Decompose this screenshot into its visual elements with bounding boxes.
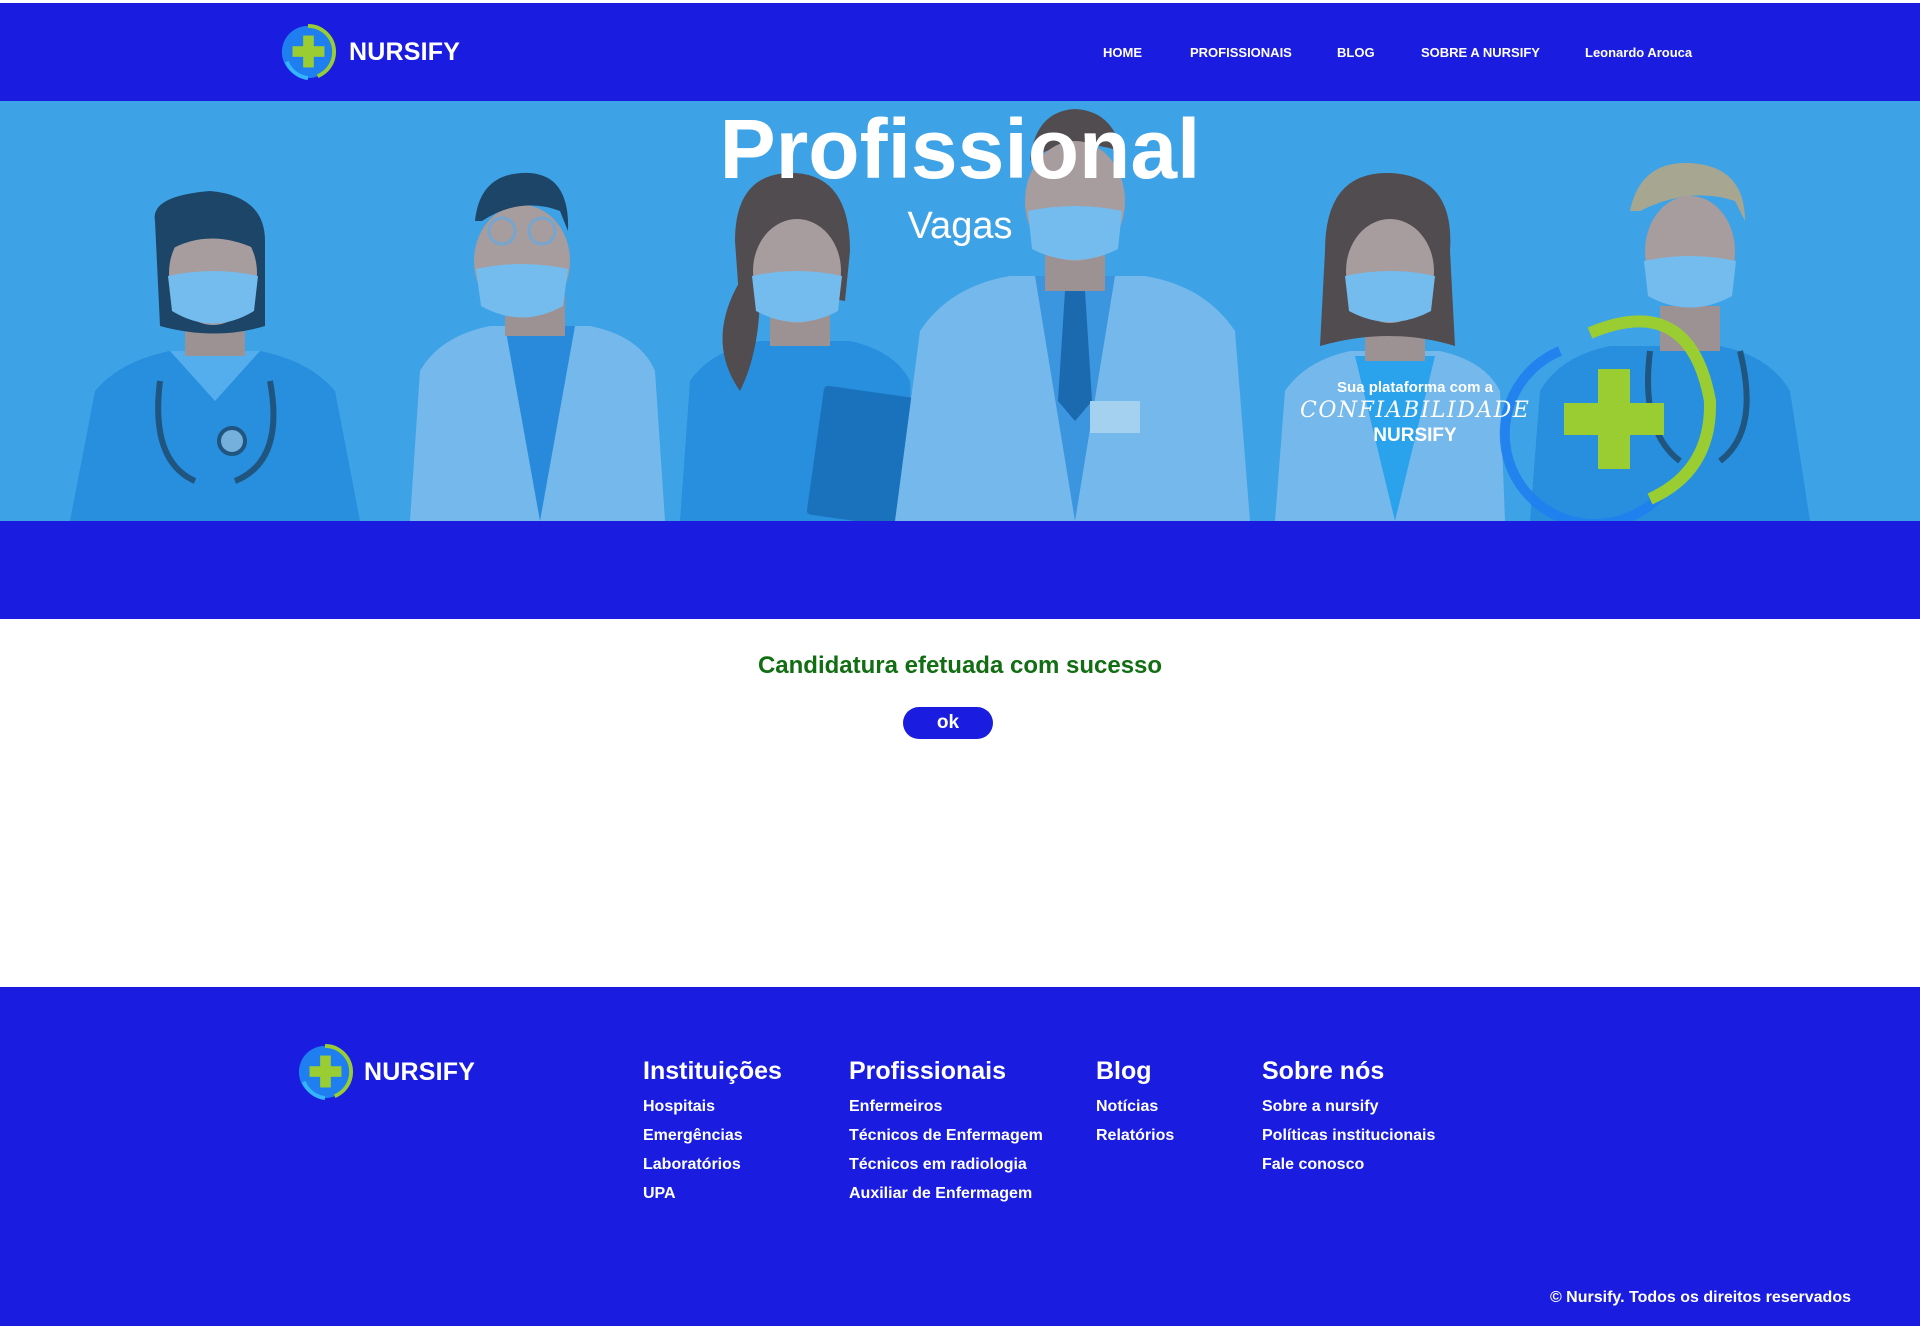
footer-col-blog: Blog Notícias Relatórios [1096, 1057, 1174, 1150]
footer-link-laboratorios[interactable]: Laboratórios [643, 1150, 782, 1179]
nav-home[interactable]: HOME [1103, 45, 1142, 60]
copyright-text: © Nursify. Todos os direitos reservados [1549, 1289, 1851, 1306]
hero-bottom-band [0, 521, 1920, 619]
hero-tagline: Sua plataforma com a CONFIABILIDADE NURS… [1300, 379, 1530, 447]
nav-blog[interactable]: BLOG [1337, 45, 1375, 60]
footer-brand-name: NURSIFY [364, 1057, 476, 1086]
footer-link-hospitais[interactable]: Hospitais [643, 1092, 782, 1121]
footer-link-enfermeiros[interactable]: Enfermeiros [849, 1092, 1043, 1121]
hero-banner: Profissional Vagas Sua plataforma com a … [0, 101, 1920, 521]
footer-link-tecnicos-radiologia[interactable]: Técnicos em radiologia [849, 1150, 1043, 1179]
footer-link-emergencias[interactable]: Emergências [643, 1121, 782, 1150]
tagline-line-3: NURSIFY [1373, 425, 1457, 446]
nav-user-account[interactable]: Leonardo Arouca [1585, 45, 1692, 60]
footer-col-title: Profissionais [849, 1057, 1006, 1085]
brand-home-link[interactable]: NURSIFY [279, 23, 460, 81]
hero-subtitle: Vagas [907, 205, 1013, 247]
brand-name: NURSIFY [349, 37, 461, 66]
footer-link-auxiliar-enfermagem[interactable]: Auxiliar de Enfermagem [849, 1179, 1043, 1208]
footer-link-noticias[interactable]: Notícias [1096, 1092, 1174, 1121]
footer-col-title: Instituições [643, 1057, 782, 1085]
footer-col-instituicoes: Instituições Hospitais Emergências Labor… [643, 1057, 782, 1208]
footer: NURSIFY Instituições Hospitais Emergênci… [0, 987, 1920, 1326]
footer-link-politicas[interactable]: Políticas institucionais [1262, 1121, 1435, 1150]
tagline-line-1: Sua plataforma com a [1337, 379, 1493, 396]
footer-link-tecnicos-enfermagem[interactable]: Técnicos de Enfermagem [849, 1121, 1043, 1150]
footer-brand-link[interactable]: NURSIFY [296, 1043, 475, 1101]
nav-sobre[interactable]: SOBRE A NURSIFY [1421, 45, 1540, 60]
tagline-line-2: CONFIABILIDADE [1300, 398, 1531, 423]
footer-col-profissionais: Profissionais Enfermeiros Técnicos de En… [849, 1057, 1043, 1208]
hero-title: Profissional [719, 102, 1201, 196]
footer-col-title: Sobre nós [1262, 1057, 1385, 1085]
footer-link-sobre-nursify[interactable]: Sobre a nursify [1262, 1092, 1435, 1121]
top-navbar: NURSIFY HOME PROFISSIONAIS BLOG SOBRE A … [0, 0, 1920, 101]
nursify-logo-icon [281, 23, 337, 81]
nursify-logo-icon [298, 1043, 354, 1101]
success-message: Candidatura efetuada com sucesso [757, 652, 1163, 679]
footer-link-fale-conosco[interactable]: Fale conosco [1262, 1150, 1435, 1179]
ok-button[interactable]: ok [903, 707, 993, 739]
footer-link-relatorios[interactable]: Relatórios [1096, 1121, 1174, 1150]
nav-profissionais[interactable]: PROFISSIONAIS [1190, 45, 1292, 60]
footer-col-sobre: Sobre nós Sobre a nursify Políticas inst… [1262, 1057, 1435, 1179]
footer-link-upa[interactable]: UPA [643, 1179, 782, 1208]
footer-col-title: Blog [1096, 1057, 1152, 1085]
